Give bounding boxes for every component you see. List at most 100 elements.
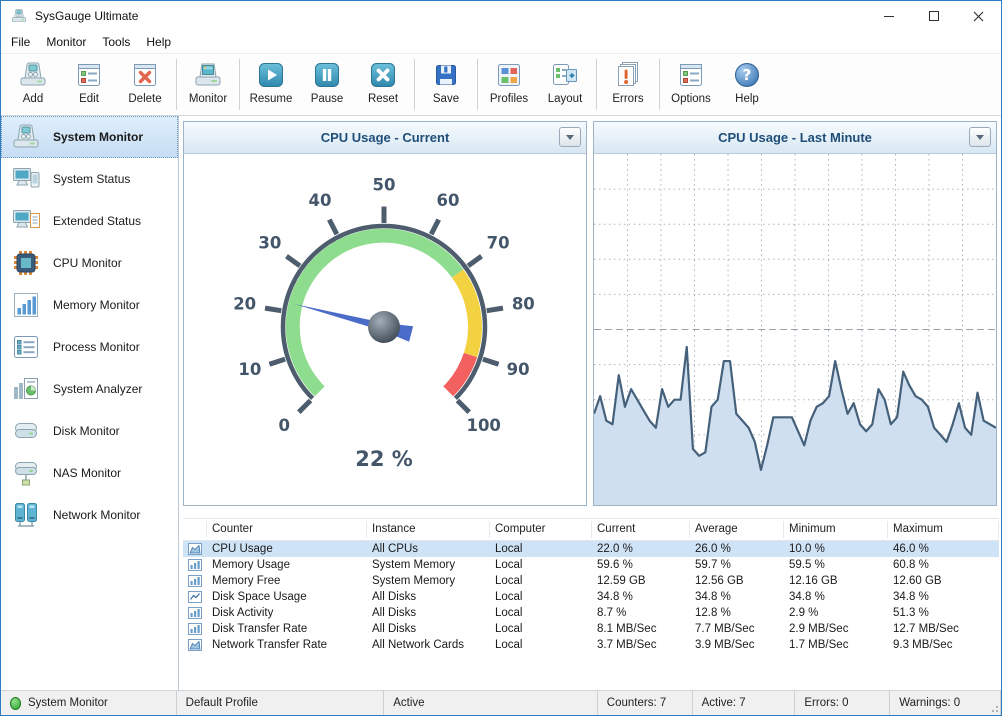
sidebar-item-system-status[interactable]: System Status: [1, 158, 178, 200]
sidebar-item-memory-monitor[interactable]: Memory Monitor: [1, 284, 178, 326]
toolbar-resume-button[interactable]: Resume: [243, 56, 299, 115]
counter-chart-icon: [183, 559, 207, 571]
cell: Disk Activity: [207, 607, 367, 619]
toolbar-profiles-button[interactable]: Profiles: [481, 56, 537, 115]
toolbar-button-label: Reset: [368, 93, 398, 105]
sidebar-item-disk-monitor[interactable]: Disk Monitor: [1, 410, 178, 452]
table-row[interactable]: Disk ActivityAll DisksLocal8.7 %12.8 %2.…: [183, 605, 999, 621]
table-row[interactable]: Disk Space UsageAll DisksLocal34.8 %34.8…: [183, 589, 999, 605]
column-header-computer[interactable]: Computer: [490, 521, 592, 538]
chart-options-dropdown-button[interactable]: [969, 127, 991, 147]
save-icon: [430, 59, 462, 91]
status-text: Errors: 0: [804, 697, 848, 709]
table-row[interactable]: Memory FreeSystem MemoryLocal12.59 GB12.…: [183, 573, 999, 589]
svg-text:22 %: 22 %: [355, 447, 413, 471]
toolbar-edit-button[interactable]: Edit: [61, 56, 117, 115]
layout-icon: [549, 59, 581, 91]
cell: 8.7 %: [592, 607, 690, 619]
sidebar-item-label: System Analyzer: [53, 382, 142, 396]
table-row[interactable]: Network Transfer RateAll Network CardsLo…: [183, 637, 999, 653]
system-analyzer-icon: [8, 373, 44, 405]
toolbar-pause-button[interactable]: Pause: [299, 56, 355, 115]
cell: Memory Free: [207, 575, 367, 587]
table-row[interactable]: Memory UsageSystem MemoryLocal59.6 %59.7…: [183, 557, 999, 573]
sidebar-item-nas-monitor[interactable]: NAS Monitor: [1, 452, 178, 494]
options-icon: [675, 59, 707, 91]
column-header-instance[interactable]: Instance: [367, 521, 490, 538]
toolbar-monitor-button[interactable]: Monitor: [180, 56, 236, 115]
sidebar-item-process-monitor[interactable]: Process Monitor: [1, 326, 178, 368]
edit-icon: [73, 59, 105, 91]
column-header-maximum[interactable]: Maximum: [888, 521, 999, 538]
svg-text:90: 90: [507, 360, 530, 379]
cpu-gauge: 010203040506070809010022 %: [184, 154, 586, 505]
status-active: Active: 7: [693, 691, 796, 715]
toolbar-button-label: Save: [433, 93, 459, 105]
toolbar-add-button[interactable]: Add: [5, 56, 61, 115]
sidebar: System Monitor System Status Extended St…: [1, 116, 179, 690]
column-header-average[interactable]: Average: [690, 521, 784, 538]
profiles-icon: [493, 59, 525, 91]
toolbar: Add Edit Delete Monitor Resume Pause Res…: [1, 54, 1001, 116]
cell: 59.5 %: [784, 559, 888, 571]
column-header-counter[interactable]: Counter: [207, 521, 367, 538]
menu-monitor[interactable]: Monitor: [38, 32, 94, 53]
minimize-icon: [884, 16, 894, 17]
table-row[interactable]: Disk Transfer RateAll DisksLocal8.1 MB/S…: [183, 621, 999, 637]
sidebar-item-system-monitor[interactable]: System Monitor: [1, 116, 178, 158]
cell: Local: [490, 591, 592, 603]
chevron-down-icon: [976, 135, 984, 140]
cell: Disk Space Usage: [207, 591, 367, 603]
toolbar-delete-button[interactable]: Delete: [117, 56, 173, 115]
toolbar-button-label: Monitor: [189, 93, 227, 105]
cell: 59.6 %: [592, 559, 690, 571]
maximize-button[interactable]: [911, 1, 956, 31]
sidebar-item-label: System Status: [53, 172, 130, 186]
cell: 46.0 %: [888, 543, 999, 555]
sidebar-item-network-monitor[interactable]: Network Monitor: [1, 494, 178, 536]
menu-help[interactable]: Help: [138, 32, 179, 53]
cell: 34.8 %: [888, 591, 999, 603]
chart-panel: CPU Usage - Last Minute: [593, 121, 997, 506]
toolbar-separator: [176, 59, 177, 110]
resize-grip-icon[interactable]: [989, 703, 999, 713]
cell: 12.56 GB: [690, 575, 784, 587]
cell: Memory Usage: [207, 559, 367, 571]
status-counters: Counters: 7: [598, 691, 693, 715]
delete-icon: [129, 59, 161, 91]
cell: 22.0 %: [592, 543, 690, 555]
gauge-options-dropdown-button[interactable]: [559, 127, 581, 147]
counter-chart-icon: [183, 607, 207, 619]
table-row[interactable]: CPU UsageAll CPUsLocal22.0 %26.0 %10.0 %…: [183, 541, 999, 557]
sidebar-item-cpu-monitor[interactable]: CPU Monitor: [1, 242, 178, 284]
menu-tools[interactable]: Tools: [94, 32, 138, 53]
sidebar-item-label: System Monitor: [53, 130, 143, 144]
sidebar-item-label: Network Monitor: [53, 508, 140, 522]
cell: All Disks: [367, 623, 490, 635]
cell: 51.3 %: [888, 607, 999, 619]
cell: Local: [490, 543, 592, 555]
column-header-minimum[interactable]: Minimum: [784, 521, 888, 538]
toolbar-help-button[interactable]: ? Help: [719, 56, 775, 115]
cell: All Disks: [367, 591, 490, 603]
cell: Local: [490, 623, 592, 635]
toolbar-layout-button[interactable]: Layout: [537, 56, 593, 115]
minimize-button[interactable]: [866, 1, 911, 31]
sidebar-item-label: CPU Monitor: [53, 256, 122, 270]
cell: 1.7 MB/Sec: [784, 639, 888, 651]
column-header-current[interactable]: Current: [592, 521, 690, 538]
cell: Local: [490, 575, 592, 587]
close-button[interactable]: [956, 1, 1001, 31]
help-icon: ?: [731, 59, 763, 91]
toolbar-reset-button[interactable]: Reset: [355, 56, 411, 115]
sidebar-item-extended-status[interactable]: Extended Status: [1, 200, 178, 242]
toolbar-separator: [659, 59, 660, 110]
toolbar-errors-button[interactable]: Errors: [600, 56, 656, 115]
toolbar-save-button[interactable]: Save: [418, 56, 474, 115]
svg-text:?: ?: [743, 66, 752, 84]
chart-panel-header: CPU Usage - Last Minute: [594, 122, 996, 154]
menu-file[interactable]: File: [3, 32, 38, 53]
sidebar-item-system-analyzer[interactable]: System Analyzer: [1, 368, 178, 410]
toolbar-options-button[interactable]: Options: [663, 56, 719, 115]
column-header-icon[interactable]: [183, 521, 207, 538]
